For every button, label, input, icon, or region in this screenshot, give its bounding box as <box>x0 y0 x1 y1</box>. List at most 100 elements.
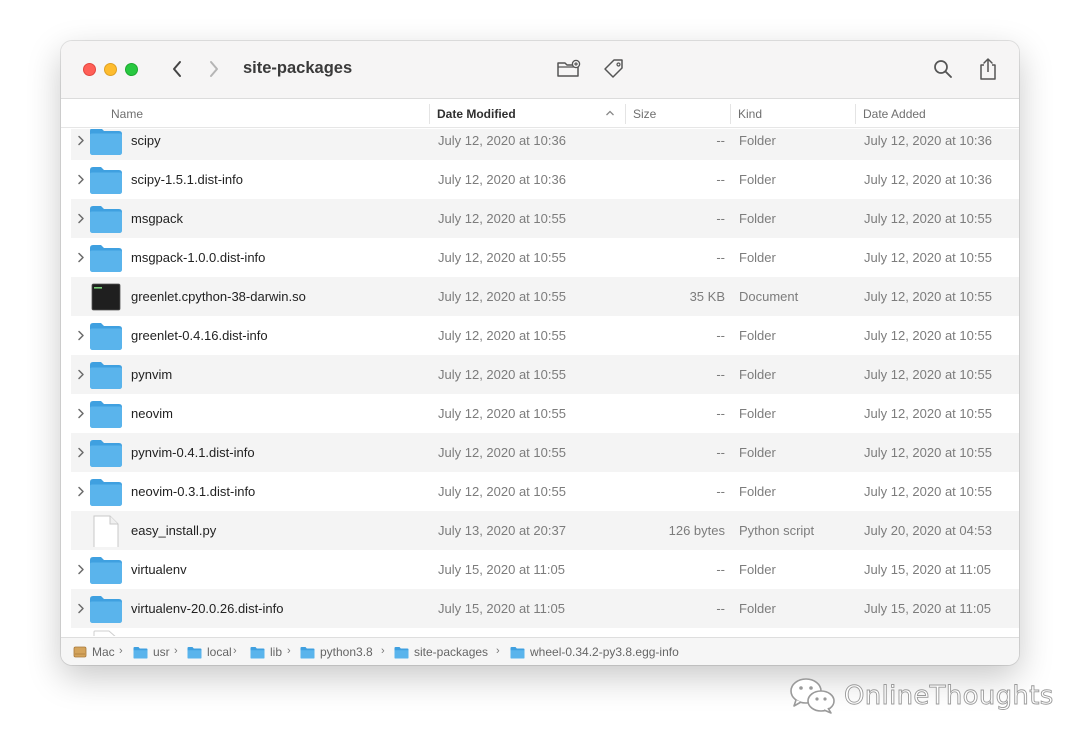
finder-window: site-packages Name Date Modified Size Ki… <box>61 41 1019 665</box>
column-divider[interactable] <box>730 104 731 124</box>
path-crumb[interactable]: usr <box>133 638 170 665</box>
disclosure-chevron-icon[interactable] <box>77 408 85 419</box>
column-divider[interactable] <box>625 104 626 124</box>
file-size: -- <box>716 406 725 421</box>
file-name: pynvim-0.4.1.dist-info <box>131 445 255 460</box>
date-modified: July 12, 2020 at 10:55 <box>438 211 566 226</box>
file-name: greenlet.cpython-38-darwin.so <box>131 289 306 304</box>
wechat-icon <box>790 678 835 714</box>
disclosure-chevron-icon[interactable] <box>77 603 85 614</box>
file-row[interactable]: neovim-0.3.1.dist-info July 12, 2020 at 1… <box>71 472 1019 511</box>
forward-button[interactable] <box>202 57 226 81</box>
file-row[interactable]: msgpack-1.0.0.dist-info July 12, 2020 at … <box>71 238 1019 277</box>
file-row[interactable]: msgpack July 12, 2020 at 10:55 -- Folder Jul… <box>71 199 1019 238</box>
disclosure-chevron-icon[interactable] <box>77 174 85 185</box>
maximize-window-button[interactable] <box>125 63 138 76</box>
folder-icon <box>300 646 315 658</box>
file-kind: Folder <box>739 172 776 187</box>
date-added-column-header[interactable]: Date Added <box>863 100 926 128</box>
file-row[interactable]: greenlet.cpython-38-darwin.so July 12, 20… <box>71 277 1019 316</box>
file-size: 126 bytes <box>668 523 725 538</box>
share-button[interactable] <box>974 56 1002 82</box>
file-row[interactable]: pynvim-0.4.1.dist-info July 12, 2020 at 1… <box>71 433 1019 472</box>
file-row[interactable]: neovim July 12, 2020 at 10:55 -- Folder July… <box>71 394 1019 433</box>
disclosure-chevron-icon[interactable] <box>77 135 85 146</box>
folder-icon <box>187 646 202 658</box>
file-row[interactable]: virtualenv July 15, 2020 at 11:05 -- Folder… <box>71 550 1019 589</box>
path-crumb-label: Mac <box>92 645 115 659</box>
path-crumb[interactable]: site-packages <box>394 638 488 665</box>
date-modified: July 15, 2020 at 11:05 <box>438 562 565 577</box>
path-crumb[interactable]: lib <box>250 638 282 665</box>
file-row[interactable]: easy_install.py July 13, 2020 at 20:37 126… <box>71 511 1019 550</box>
date-modified: July 12, 2020 at 10:55 <box>438 250 566 265</box>
path-crumb-label: lib <box>270 645 283 659</box>
date-added: July 15, 2020 at 11:05 <box>864 562 991 577</box>
file-name: scipy <box>131 133 161 148</box>
path-crumb[interactable]: Mac <box>73 638 115 665</box>
file-size: 35 KB <box>689 289 725 304</box>
folder-icon <box>90 557 122 584</box>
disclosure-chevron-icon[interactable] <box>77 252 85 263</box>
file-kind: Folder <box>739 484 776 499</box>
file-size: -- <box>716 328 725 343</box>
date-added: July 12, 2020 at 10:55 <box>864 289 992 304</box>
back-button[interactable] <box>165 57 189 81</box>
disclosure-chevron-icon[interactable] <box>77 330 85 341</box>
file-name: easy_install.py <box>131 523 217 538</box>
file-size: -- <box>716 601 725 616</box>
file-row[interactable]: scipy-1.5.1.dist-info July 12, 2020 at 10… <box>71 160 1019 199</box>
sort-ascending-icon[interactable] <box>605 108 615 118</box>
column-divider[interactable] <box>429 104 430 124</box>
file-kind: Folder <box>739 601 776 616</box>
file-kind: Folder <box>739 133 776 148</box>
size-column-header[interactable]: Size <box>633 100 656 128</box>
disclosure-chevron-icon[interactable] <box>77 213 85 224</box>
date-added: July 12, 2020 at 10:36 <box>864 133 992 148</box>
date-added: July 12, 2020 at 10:55 <box>864 445 992 460</box>
file-kind: Document <box>739 289 799 304</box>
file-size: -- <box>716 250 725 265</box>
disclosure-chevron-icon[interactable] <box>77 486 85 497</box>
disclosure-chevron-icon[interactable] <box>77 564 85 575</box>
file-row[interactable]: virtualenv-20.0.26.dist-info July 15, 202… <box>71 589 1019 628</box>
file-name: msgpack-1.0.0.dist-info <box>131 250 266 265</box>
path-crumb-label: site-packages <box>414 645 489 659</box>
watermark-text: OnlineThoughts <box>844 681 1054 712</box>
column-divider[interactable] <box>855 104 856 124</box>
date-added: July 12, 2020 at 10:55 <box>864 367 992 382</box>
path-crumb[interactable]: python3.8 <box>300 638 373 665</box>
disclosure-chevron-icon[interactable] <box>77 369 85 380</box>
search-button[interactable] <box>929 56 957 82</box>
file-size: -- <box>716 562 725 577</box>
file-name: greenlet-0.4.16.dist-info <box>131 328 268 343</box>
date-modified: July 12, 2020 at 10:55 <box>438 445 566 460</box>
file-kind: Folder <box>739 445 776 460</box>
date-modified: July 13, 2020 at 20:37 <box>438 523 566 538</box>
path-crumb-label: wheel-0.34.2-py3.8.egg-info <box>530 645 679 659</box>
path-crumb[interactable]: local <box>187 638 232 665</box>
watermark: OnlineThoughts <box>788 676 1054 716</box>
new-folder-button[interactable] <box>555 56 583 82</box>
document-icon <box>93 630 116 636</box>
path-bar: Mac › usr › local › lib › python3.8 › site-package… <box>61 637 1019 665</box>
path-crumb-label: python3.8 <box>320 645 373 659</box>
file-size: -- <box>716 211 725 226</box>
disclosure-chevron-icon[interactable] <box>77 447 85 458</box>
date-modified-column-header[interactable]: Date Modified <box>437 100 516 128</box>
path-crumb-label: local <box>207 645 232 659</box>
file-row[interactable]: pynvim July 12, 2020 at 10:55 -- Folder July… <box>71 355 1019 394</box>
kind-column-header[interactable]: Kind <box>738 100 762 128</box>
file-row[interactable]: greenlet-0.4.16.dist-info July 12, 2020 a… <box>71 316 1019 355</box>
file-size: -- <box>716 484 725 499</box>
file-row[interactable]: scipy July 12, 2020 at 10:36 -- Folder July … <box>71 129 1019 160</box>
tag-icon <box>604 59 623 78</box>
minimize-window-button[interactable] <box>104 63 117 76</box>
close-window-button[interactable] <box>83 63 96 76</box>
name-column-header[interactable]: Name <box>111 100 143 128</box>
file-size: -- <box>716 445 725 460</box>
tag-button[interactable] <box>600 56 628 82</box>
path-crumb[interactable]: wheel-0.34.2-py3.8.egg-info <box>510 638 679 665</box>
share-icon <box>980 58 996 80</box>
folder-icon <box>90 362 122 389</box>
